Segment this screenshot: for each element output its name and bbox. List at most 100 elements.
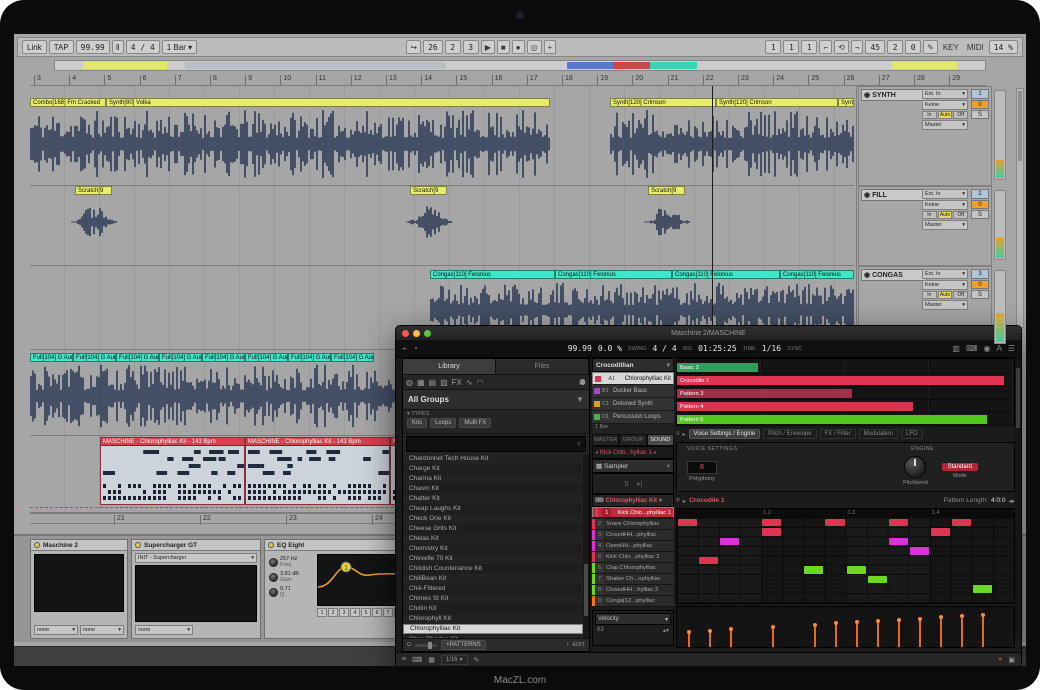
clear-search-icon[interactable]: × [577,441,581,448]
plug-icon[interactable]: ⌁ [402,344,407,353]
pattern-arranger[interactable]: Basic 2Crocodile 1Pattern 3Pattern 4Patt… [676,358,1015,426]
arranger-row[interactable]: Crocodile 1 [677,375,1014,387]
step-note[interactable] [804,566,823,573]
eq-band-toggle[interactable]: 1 [317,608,327,617]
input-channel-select[interactable]: Keine▾ [922,100,968,110]
punch-in-icon[interactable]: ⌐ [819,40,832,54]
arm-button[interactable]: 0 [971,100,989,109]
eq-readout-q[interactable]: 0.71Q [269,586,315,598]
eq-band-toggle[interactable]: 2 [328,608,338,617]
prehear-icon[interactable]: Ω [407,642,411,648]
group-icon[interactable]: ▦ [417,378,425,387]
velocity-dropdown[interactable]: Velocity▾ [595,613,671,625]
track-header-synth[interactable]: ◉SYNTHExt. In▾Keine▾InAutoOffMaster▾10S [858,86,992,186]
menu-icon[interactable]: ≡ [676,497,680,504]
stop-button[interactable]: ■ [497,40,510,54]
type-chip[interactable]: Multi FX [459,418,491,428]
pattern-clip[interactable]: Basic 2 [677,363,758,372]
keyboard-icon[interactable]: ⌨ [966,344,978,353]
step-note[interactable] [889,519,908,526]
search-input[interactable]: × [406,436,586,452]
tab-group[interactable]: GROUP [619,434,646,446]
device-power-icon[interactable] [268,542,274,548]
follow-icon[interactable]: ▣ [1008,656,1015,664]
menu-icon[interactable]: ≡ [676,431,680,437]
load-patterns-toggle[interactable]: +PATTERNS [441,640,486,650]
pattern-length-value[interactable]: 4:0:0 [991,497,1005,504]
track-header-fill[interactable]: ◉FILLExt. In▾Keine▾InAutoOffMaster▾20S [858,186,992,266]
monitor-option[interactable]: Auto [938,211,953,219]
signature-display[interactable]: 4 / 4 [653,344,677,353]
tab-master[interactable]: MASTER [592,434,619,446]
list-item[interactable]: Chitlin Kit [403,604,583,614]
output-select[interactable]: Master▾ [922,120,968,130]
pattern-clip[interactable]: Crocodile 1 [677,376,1004,385]
draw-mode-icon[interactable]: ✎ [923,40,938,54]
step-note[interactable] [910,547,929,554]
polyphony-control[interactable]: 8 Polyphony [687,461,717,482]
midi-map-button[interactable]: MIDI [964,43,987,52]
position-bars[interactable]: 26 [423,40,443,54]
velocity-value[interactable]: 63 [597,627,604,634]
dial-icon[interactable]: ◍ [406,378,413,387]
user-icon[interactable]: ⚉ [579,378,586,387]
track-name[interactable]: ◉FILL [861,189,927,201]
list-item[interactable]: Chatter Kit [403,494,583,504]
tab-files[interactable]: Files [496,359,589,374]
monitor-option[interactable]: In [922,211,937,219]
play-button[interactable]: ▶ [481,40,495,54]
metronome-icon[interactable]: Ⅱ [112,40,124,54]
pad-row-4[interactable]: 4OpenHH...phylliac [592,541,674,552]
clip-header[interactable]: Full[104] G Aural [73,353,116,362]
clip-header[interactable]: Scratch[9 [648,186,685,195]
midi-clip[interactable]: MASCHINE - Chlorophylliac Kit - 143 Bpm [245,437,390,505]
track-activator[interactable]: 2 [971,189,989,199]
list-item[interactable]: Childish Countenance Kit [403,564,583,574]
clip-header[interactable]: Combo[168] Fm Cracked [30,98,106,107]
unfold-icon[interactable]: ◉ [864,271,870,279]
list-item[interactable]: Chili-Filtered [403,584,583,594]
pattern-clip[interactable]: Pattern 5 [677,415,987,424]
device-power-icon[interactable] [135,542,141,548]
clip-header[interactable]: Full[104] G Aural [288,353,331,362]
monitor-option[interactable]: Off [953,291,968,299]
solo-button[interactable]: S [971,210,989,219]
follow-icon[interactable]: ↪ [406,40,421,54]
list-item[interactable]: Chlorophyll Kit [403,614,583,624]
clip-header[interactable]: Congas[110] Felonius [780,270,854,279]
pad-view-icon[interactable]: ▦ [428,656,435,664]
track-name[interactable]: ◉SYNTH [861,89,927,101]
pad-row-5[interactable]: 5Kick Chlo...phylliac 2 [592,552,674,563]
clip-header[interactable]: Congas[110] Felonius [555,270,672,279]
input-channel-select[interactable]: Keine▾ [922,200,968,210]
monitor-option[interactable]: Auto [938,291,953,299]
expand-icon[interactable]: ▸ [683,431,686,438]
midi-clip[interactable]: MASCHINE - Chlorophylliac Kit - 143 Bpm [100,437,245,505]
arrangement-scrollbar[interactable] [1016,88,1024,328]
eq-knob[interactable] [269,573,278,582]
editor-scrollbar[interactable] [1015,358,1021,638]
sounds-icon[interactable]: ▤ [429,378,437,387]
clip-header[interactable]: Full[104] G Aural [159,353,202,362]
list-item[interactable]: Chimes St Kit [403,594,583,604]
solo-button[interactable]: S [971,110,989,119]
clip-header[interactable]: Full[104] G Aural [202,353,245,362]
clip-header[interactable]: Full[104] G Aural [30,353,73,362]
loop-start-units[interactable]: 1 [801,40,817,54]
arranger-row[interactable]: Basic 2 [677,362,1014,374]
arranger-row[interactable]: Pattern 3 [677,388,1014,400]
pad-row-2[interactable]: 2Snare Chlorophylliac [592,519,674,530]
position-beats[interactable]: 2 [445,40,461,54]
arranger-row[interactable]: Pattern 5 [677,414,1014,426]
output-select[interactable]: Master▾ [922,220,968,230]
swing-display[interactable]: 0.0 % [598,344,622,353]
plugin-placeholder[interactable] [135,565,257,622]
menu-icon[interactable]: ≡ [402,656,406,663]
keyboard-view-icon[interactable]: ⌨ [412,656,422,664]
monitor-option[interactable]: In [922,291,937,299]
punch-out-icon[interactable]: ¬ [851,40,864,54]
eq-readout-freq[interactable]: 257 HzFreq [269,556,315,568]
clip-header[interactable]: MASCHINE - Chlorophylliac Kit - 143 Bpm [100,437,245,446]
clip-header[interactable]: Full[104] G Aural [245,353,288,362]
group-slot-c1[interactable]: C1Detuned Synth [592,398,674,411]
